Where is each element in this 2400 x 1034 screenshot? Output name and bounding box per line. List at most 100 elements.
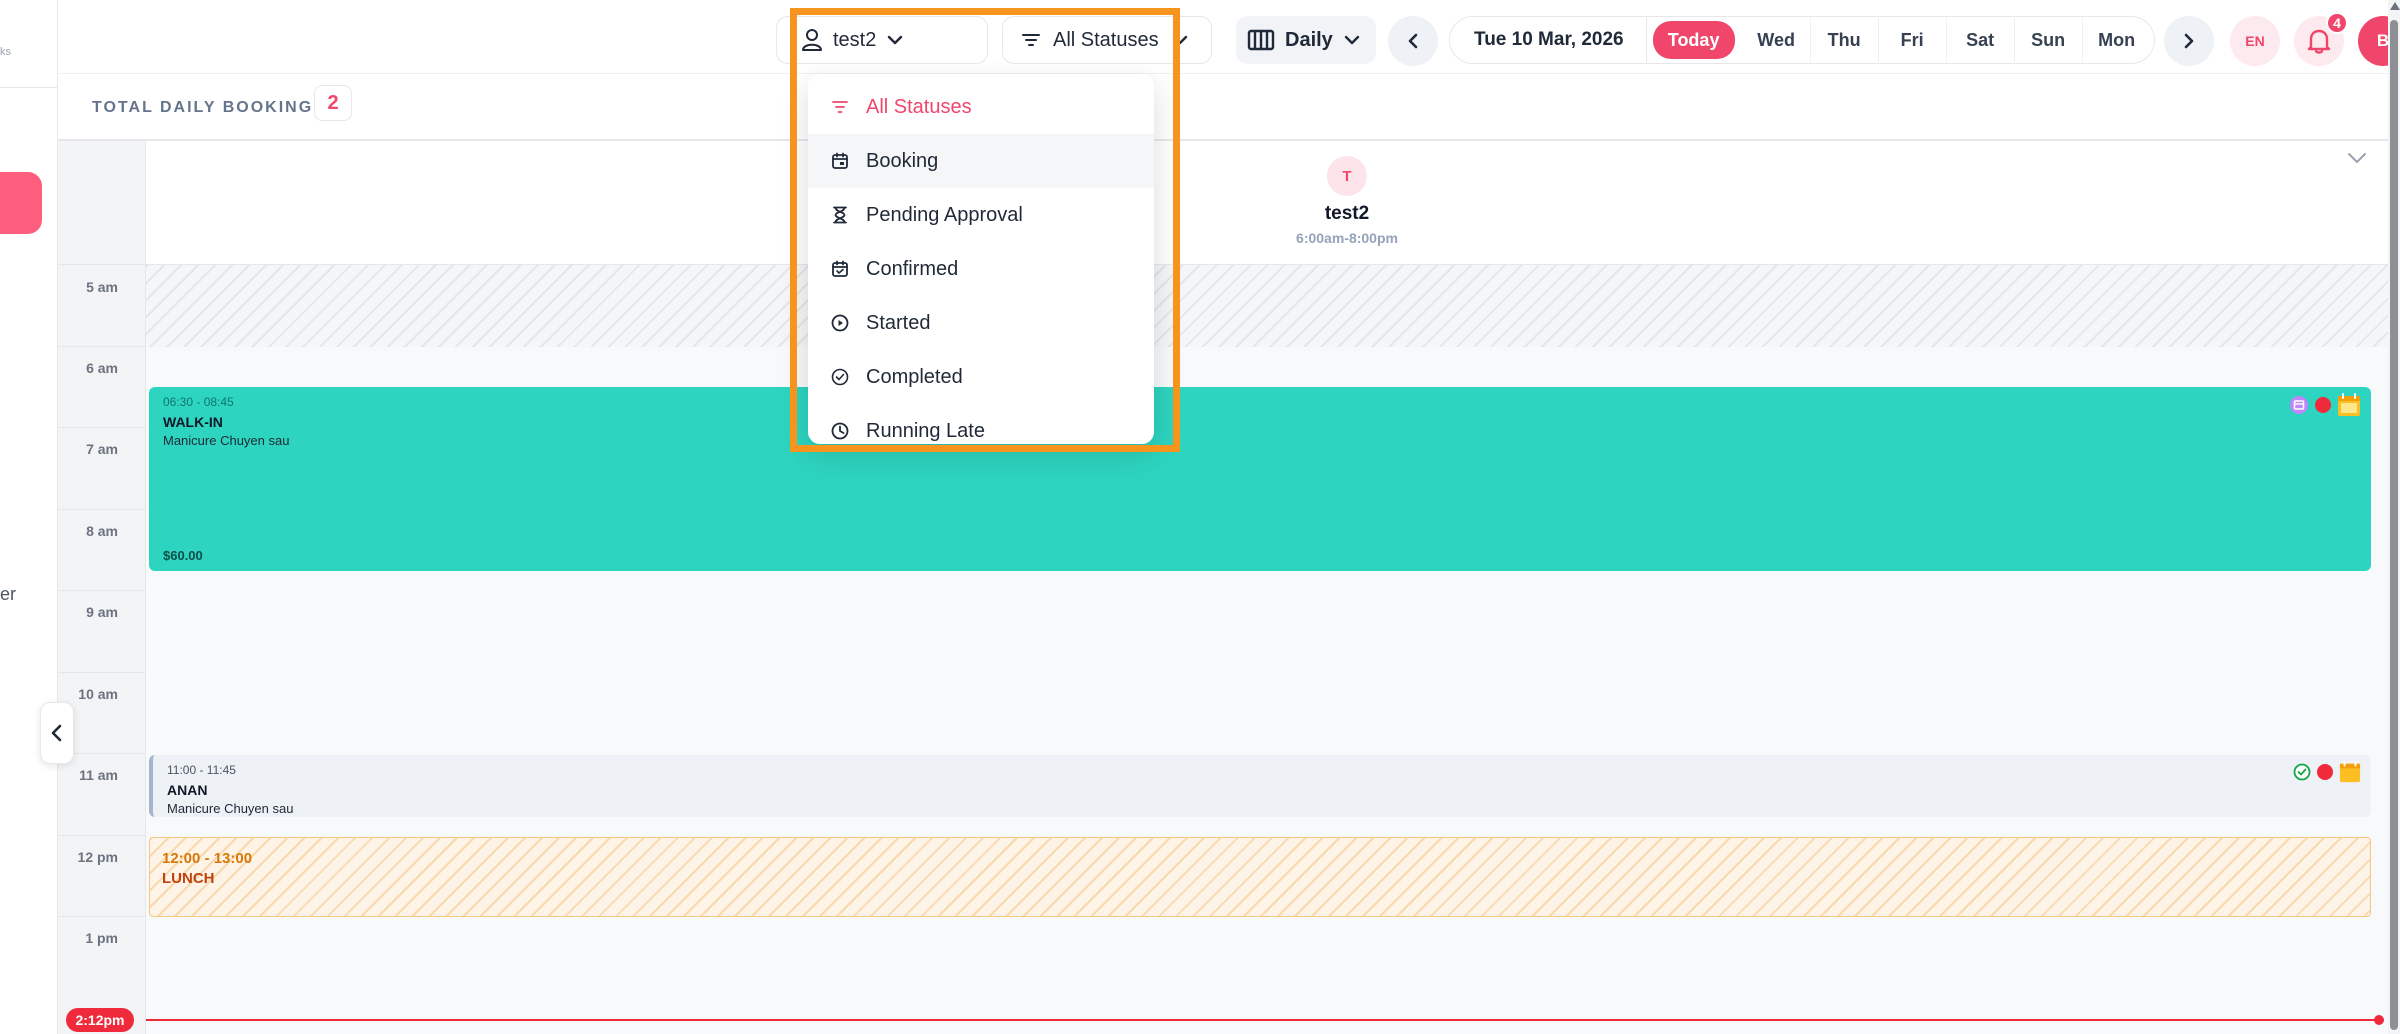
booking-card-anan[interactable]: 11:00 - 11:45 ANAN Manicure Chuyen sau [149,755,2371,817]
chevron-down-icon [1344,35,1360,45]
status-dot-icon [2317,764,2333,780]
current-date[interactable]: Tue 10 Mar, 2026 [1450,16,1647,64]
hour-label: 8 am [86,523,118,539]
chevron-left-icon [1408,33,1418,49]
chevron-down-icon [1172,35,1187,45]
booking-price: $60.00 [163,548,203,563]
status-option-label: Booking [866,149,939,172]
lunch-time: 12:00 - 13:00 [162,850,253,867]
scrollbar-thumb[interactable] [2390,20,2398,1030]
hour-divider [58,916,146,917]
staff-working-hours: 6:00am-8:00pm [1296,230,1398,246]
staff-filter-button[interactable]: test2 [776,16,988,64]
chevron-down-icon[interactable] [2346,151,2368,165]
status-option-booking[interactable]: Booking [808,134,1154,188]
top-bar: test2 All Statuses Daily Tue 10 Mar, 202… [58,0,2400,74]
view-mode-label: Daily [1285,28,1333,51]
summary-bar: TOTAL DAILY BOOKING: 2 [58,75,2388,141]
user-icon [802,29,822,51]
sidebar-divider [0,87,58,88]
hour-label: 9 am [86,604,118,620]
day-wed[interactable]: Wed [1743,16,1811,64]
calendar-icon [830,151,850,171]
status-option-label: Started [866,311,931,334]
hour-label: 12 pm [77,849,118,865]
sidebar-active-item[interactable] [0,172,42,234]
booking-status-icons [2289,393,2361,417]
bell-icon [2307,29,2331,54]
sidebar-cut-text: ks [0,46,11,58]
status-option-running-late[interactable]: Running Late [808,404,1154,444]
hour-divider [58,346,146,347]
booking-time: 06:30 - 08:45 [163,395,234,409]
language-button[interactable]: EN [2230,16,2280,66]
staff-column-header: T test2 6:00am-8:00pm [146,141,2388,265]
booking-service: Manicure Chuyen sau [167,801,294,816]
date-selector: Tue 10 Mar, 2026 Today Wed Thu Fri Sat S… [1449,16,2155,64]
day-fri[interactable]: Fri [1879,16,1947,64]
notification-badge: 4 [2326,12,2348,34]
hour-divider [58,672,146,673]
chevron-down-icon [888,35,903,45]
sidebar-cut-label: er [0,584,17,604]
booking-time: 11:00 - 11:45 [167,763,236,777]
previous-day-button[interactable] [1388,16,1438,66]
status-option-label: Running Late [866,419,985,442]
filter-icon [830,97,850,117]
day-sat[interactable]: Sat [1947,16,2015,64]
play-circle-icon [830,313,850,333]
booking-service: Manicure Chuyen sau [163,433,290,448]
hour-label: 10 am [78,686,118,702]
status-filter-button[interactable]: All Statuses [1002,16,1212,64]
clock-icon [830,421,850,441]
total-daily-booking-label: TOTAL DAILY BOOKING: [92,99,321,116]
staff-avatar: T [1327,156,1367,196]
hour-divider [58,264,146,265]
status-option-label: All Statuses [866,95,972,118]
booking-client: ANAN [167,782,208,798]
hour-label: 11 am [79,767,118,783]
status-option-all[interactable]: All Statuses [808,80,1154,134]
notifications-button[interactable]: 4 [2294,12,2348,66]
status-option-confirmed[interactable]: Confirmed [808,242,1154,296]
chevron-right-icon [2184,33,2194,49]
lunch-break-block: 12:00 - 13:00 LUNCH [149,837,2371,917]
sidebar: ks er [0,0,58,1034]
staff-filter-label: test2 [833,28,877,51]
status-dot-icon [2315,397,2331,413]
current-time-label: 2:12pm [66,1008,134,1032]
hour-label: 5 am [86,279,118,295]
closed-hours-zone [146,265,2388,347]
day-thu[interactable]: Thu [1811,16,1879,64]
scroll-up-arrow-icon[interactable] [2390,2,2400,10]
lunch-label: LUNCH [162,870,215,887]
sidebar-collapse-button[interactable] [40,702,74,764]
hour-label: 7 am [86,441,118,457]
view-mode-button[interactable]: Daily [1236,16,1376,64]
hourglass-icon [830,205,850,225]
calendar-icon [2338,393,2360,416]
hour-divider [58,509,146,510]
booking-status-icons [2293,761,2361,783]
next-day-button[interactable] [2164,16,2214,66]
hour-divider [58,590,146,591]
booking-card-walkin[interactable]: 06:30 - 08:45 WALK-IN Manicure Chuyen sa… [149,387,2371,571]
staff-name: test2 [1324,203,1370,224]
status-option-completed[interactable]: Completed [808,350,1154,404]
chevron-left-icon [51,724,62,742]
status-option-label: Confirmed [866,257,959,280]
current-time-dot [2374,1015,2384,1025]
day-mon[interactable]: Mon [2083,16,2151,64]
day-sun[interactable]: Sun [2015,16,2083,64]
today-button[interactable]: Today [1652,21,1735,59]
columns-icon [1247,29,1275,51]
booking-client: WALK-IN [163,414,223,430]
status-option-started[interactable]: Started [808,296,1154,350]
status-option-label: Completed [866,365,963,388]
time-column: 5 am 6 am 7 am 8 am 9 am 10 am 11 am 12 … [58,141,146,1034]
current-time-line [146,1019,2384,1021]
status-option-pending-approval[interactable]: Pending Approval [808,188,1154,242]
hour-label: 1 pm [85,930,118,946]
calendar-icon [2339,761,2361,783]
total-daily-booking-count: 2 [314,85,352,121]
